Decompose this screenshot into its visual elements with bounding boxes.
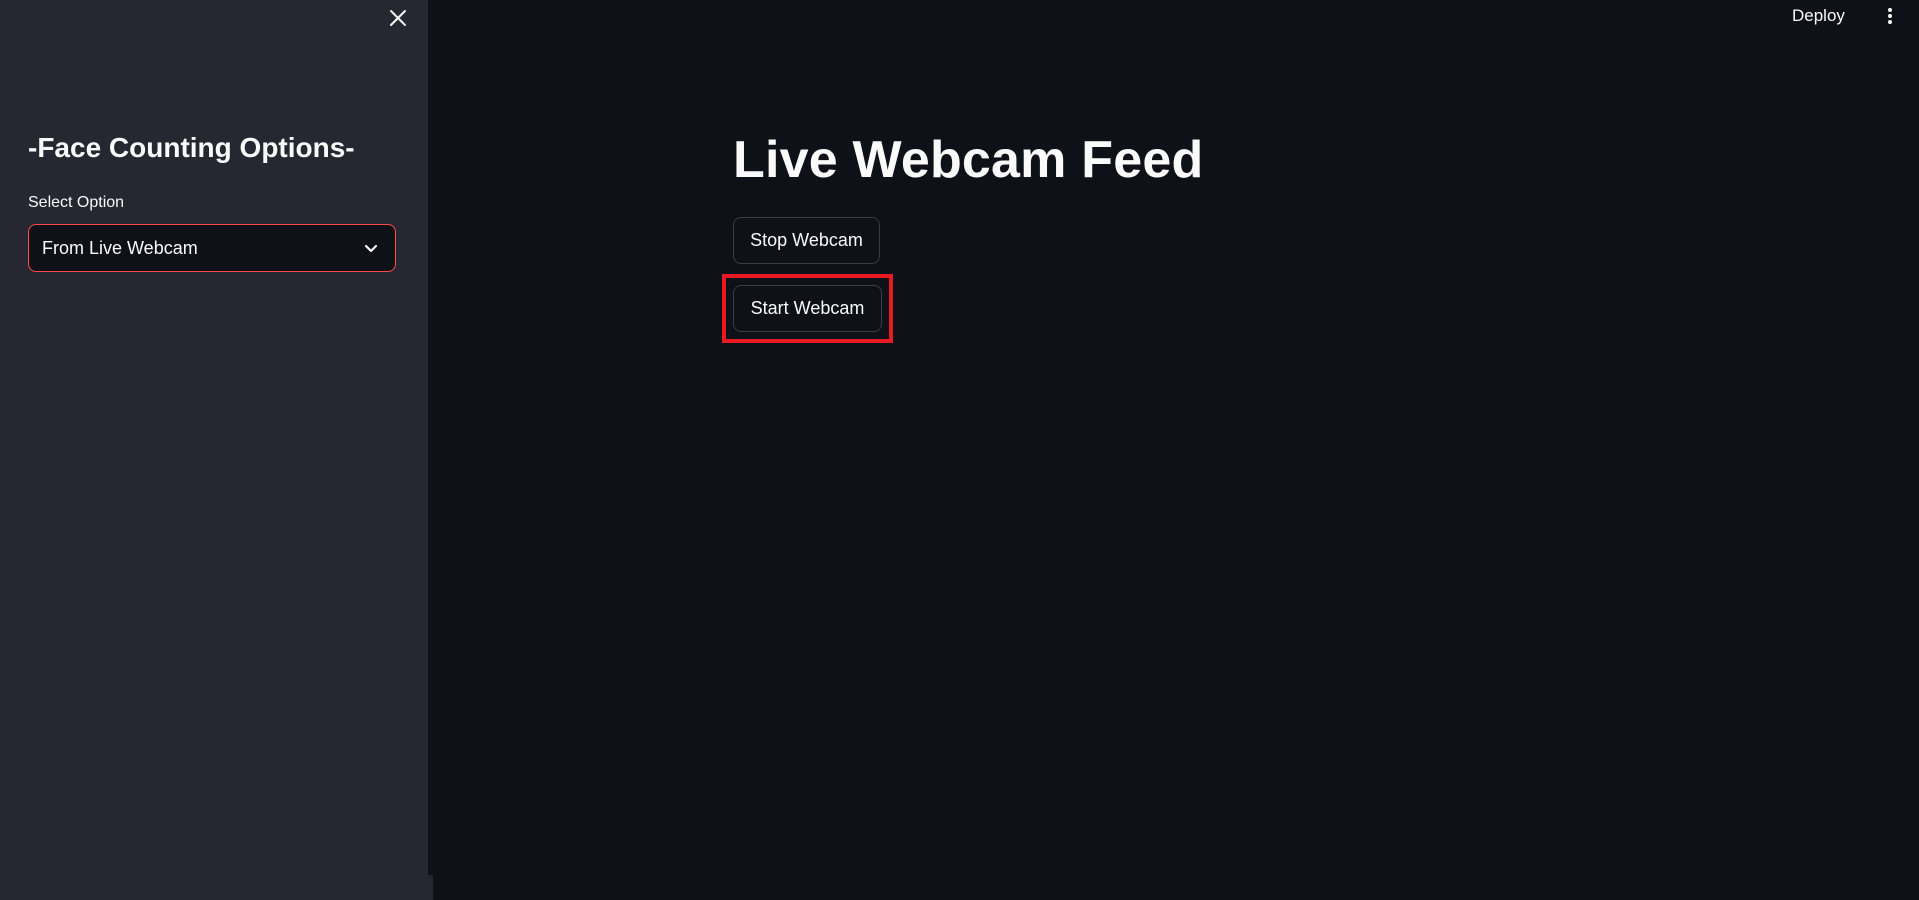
sidebar-resize-edge [0,875,433,900]
sidebar: -Face Counting Options- Select Option Fr… [0,0,428,875]
option-select-dropdown[interactable]: From Live Webcam [28,224,396,272]
chevron-down-icon [359,236,383,260]
start-webcam-button[interactable]: Start Webcam [733,285,882,332]
select-current-value: From Live Webcam [42,237,198,258]
close-icon[interactable] [384,4,412,32]
page-title: Live Webcam Feed [733,131,1204,189]
stop-webcam-button[interactable]: Stop Webcam [733,217,880,264]
app-window: -Face Counting Options- Select Option Fr… [0,0,1919,900]
sidebar-title: -Face Counting Options- [28,132,355,163]
select-option-label: Select Option [28,194,125,211]
kebab-menu-icon[interactable] [1878,4,1902,28]
deploy-button[interactable]: Deploy [1788,4,1849,28]
